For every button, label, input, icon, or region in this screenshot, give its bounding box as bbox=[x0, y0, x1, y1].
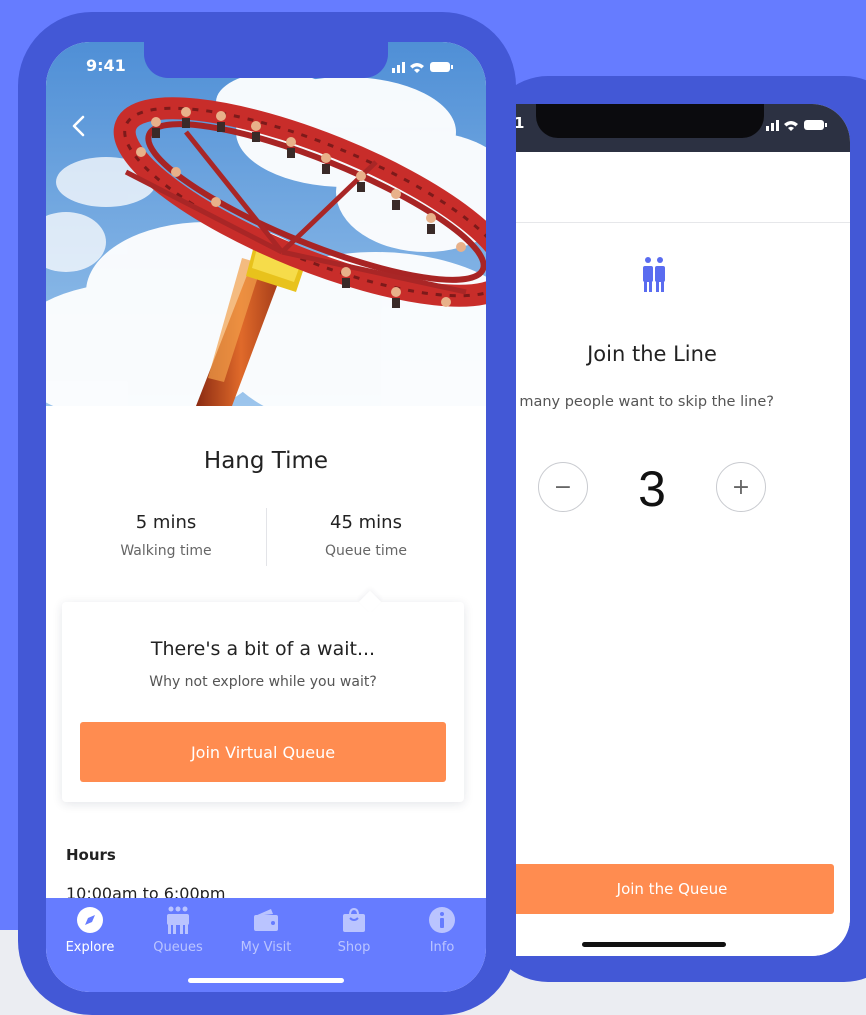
signal-icon bbox=[766, 126, 769, 131]
home-indicator[interactable] bbox=[188, 978, 344, 983]
wait-card: There's a bit of a wait... Why not explo… bbox=[62, 590, 464, 802]
ride-hero-image: 9:41 bbox=[46, 42, 486, 406]
people-icon bbox=[643, 257, 665, 292]
queue-time-value: 45 mins bbox=[330, 512, 402, 533]
party-size-question: ow many people want to skip the line? bbox=[516, 394, 774, 410]
info-icon bbox=[429, 907, 455, 933]
tab-info[interactable]: Info bbox=[398, 906, 486, 955]
tab-label: Explore bbox=[65, 940, 115, 955]
status-icons bbox=[392, 62, 453, 73]
hours-label: Hours bbox=[66, 846, 116, 864]
status-icons bbox=[766, 120, 827, 131]
tab-bar: Explore Queues My Visit Shop Info bbox=[46, 898, 486, 992]
increment-button[interactable]: + bbox=[716, 462, 766, 512]
join-line-title: Join the Line bbox=[587, 342, 717, 366]
phone-notch bbox=[144, 42, 388, 78]
shopping-bag-icon bbox=[343, 907, 365, 932]
tab-label: Shop bbox=[337, 940, 371, 955]
people-icon bbox=[167, 906, 189, 934]
tab-queues[interactable]: Queues bbox=[134, 906, 222, 955]
wifi-icon bbox=[410, 63, 424, 73]
queue-time-stat: 45 mins Queue time bbox=[266, 512, 466, 559]
signal-icon bbox=[392, 68, 395, 73]
tab-label: Info bbox=[429, 940, 455, 955]
back-chevron-icon[interactable] bbox=[68, 114, 92, 138]
home-indicator[interactable] bbox=[582, 942, 726, 947]
phone-notch bbox=[536, 104, 764, 138]
party-size-value: 3 bbox=[638, 461, 666, 517]
tab-label: Queues bbox=[153, 940, 203, 955]
walking-time-stat: 5 mins Walking time bbox=[66, 512, 266, 559]
status-time: 9:41 bbox=[86, 56, 126, 75]
status-bar: 1 bbox=[516, 104, 850, 152]
join-queue-button[interactable]: Join the Queue bbox=[516, 864, 834, 914]
wallet-icon bbox=[254, 909, 278, 931]
decrement-button[interactable]: − bbox=[538, 462, 588, 512]
join-virtual-queue-button[interactable]: Join Virtual Queue bbox=[80, 722, 446, 782]
compass-icon bbox=[77, 907, 103, 933]
battery-icon bbox=[430, 62, 450, 72]
tab-label: My Visit bbox=[240, 940, 292, 955]
tab-explore[interactable]: Explore bbox=[46, 906, 134, 955]
battery-icon bbox=[804, 120, 824, 130]
walking-time-value: 5 mins bbox=[135, 512, 197, 533]
walking-time-label: Walking time bbox=[120, 543, 212, 559]
wifi-icon bbox=[784, 121, 798, 131]
status-time: 1 bbox=[516, 114, 525, 132]
queue-time-label: Queue time bbox=[324, 543, 408, 559]
header-divider bbox=[516, 222, 850, 223]
modal-sheet bbox=[516, 152, 850, 956]
join-line-screen: 1 Join the Line ow many people want to s… bbox=[516, 104, 850, 956]
wait-card-subtitle: Why not explore while you wait? bbox=[149, 674, 377, 690]
wait-card-caret bbox=[358, 590, 382, 614]
ride-detail-screen: 9:41 Hang Time 5 mins Walking time 45 mi… bbox=[46, 42, 486, 992]
tab-shop[interactable]: Shop bbox=[310, 906, 398, 955]
tab-my-visit[interactable]: My Visit bbox=[222, 906, 310, 955]
ride-title: Hang Time bbox=[203, 448, 329, 474]
ride-photo bbox=[46, 42, 486, 406]
wait-card-title: There's a bit of a wait... bbox=[150, 638, 376, 660]
